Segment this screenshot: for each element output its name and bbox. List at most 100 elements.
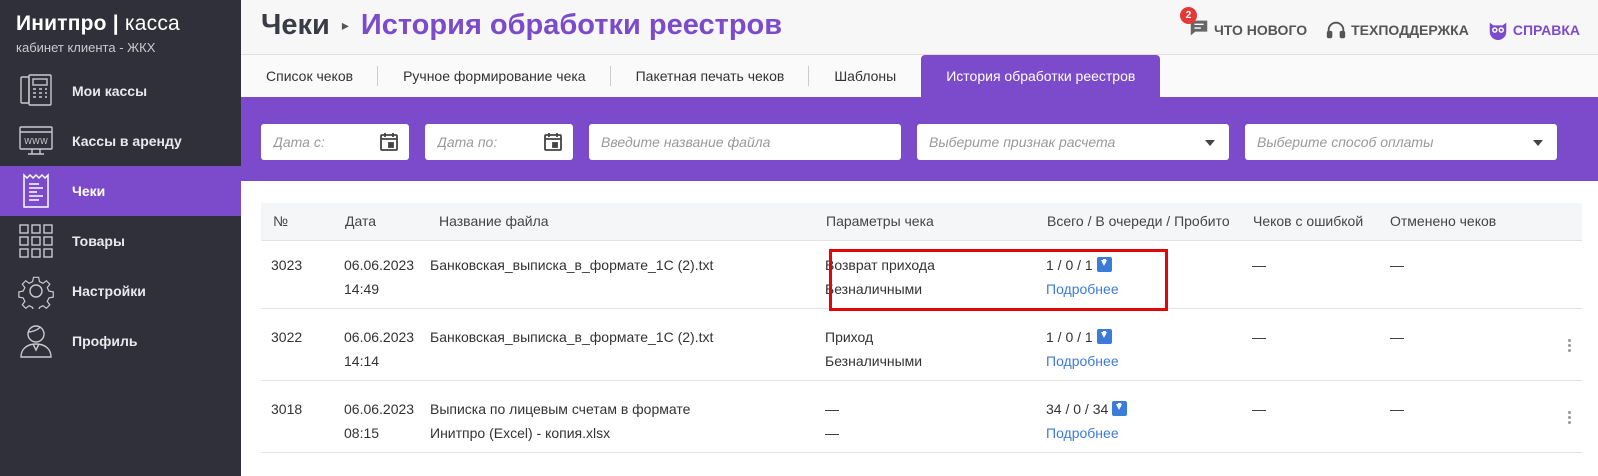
param-operation: Приход bbox=[825, 329, 874, 345]
gear-icon bbox=[18, 273, 54, 309]
sidebar-item-label: Мои кассы bbox=[72, 83, 148, 99]
grid-icon bbox=[18, 223, 54, 259]
details-link[interactable]: Подробнее bbox=[1046, 421, 1127, 445]
row-number: 3023 bbox=[271, 257, 303, 273]
logo-separator: | bbox=[112, 12, 119, 35]
file-name-line: Инитпро (Excel) - копия.xlsx bbox=[430, 425, 611, 441]
row-date: 06.06.2023 bbox=[344, 329, 415, 345]
logo-product: касса bbox=[124, 12, 180, 35]
sidebar-item-receipts[interactable]: Чеки bbox=[0, 166, 241, 216]
column-header-file-name[interactable]: Название файла bbox=[439, 213, 549, 229]
notification-badge: 2 bbox=[1179, 7, 1197, 24]
row-file-name: Банковская_выписка_в_формате_1С (2).txt bbox=[430, 253, 713, 277]
breadcrumb-root[interactable]: Чеки bbox=[261, 9, 330, 42]
date-to-field[interactable] bbox=[425, 124, 573, 160]
logo-subtitle: кабинет клиента - ЖКХ bbox=[16, 40, 156, 55]
sidebar-item-label: Товары bbox=[72, 233, 125, 249]
sidebar-item-rental-registers[interactable]: WWW Кассы в аренду bbox=[0, 116, 241, 166]
receipt-icon bbox=[18, 173, 54, 209]
row-datetime: 06.06.2023 08:15 bbox=[344, 397, 414, 445]
breadcrumb: Чеки ▸ История обработки реестров bbox=[261, 9, 782, 42]
counts-value: 1 / 0 / 1 bbox=[1046, 257, 1093, 273]
file-name-line: Банковская_выписка_в_формате_1С (2).txt bbox=[430, 329, 714, 345]
param-operation: Возврат прихода bbox=[825, 257, 935, 273]
tab-receipt-list[interactable]: Список чеков bbox=[241, 55, 379, 97]
row-datetime: 06.06.2023 14:49 bbox=[344, 253, 414, 301]
sidebar-item-label: Настройки bbox=[72, 283, 146, 299]
tab-batch-print[interactable]: Пакетная печать чеков bbox=[611, 55, 810, 97]
details-link[interactable]: Подробнее bbox=[1046, 349, 1119, 373]
row-time: 14:49 bbox=[344, 281, 380, 297]
owl-icon bbox=[1489, 22, 1507, 40]
download-icon[interactable] bbox=[1096, 329, 1112, 344]
table-row[interactable]: 3023 06.06.2023 14:49 Банковская_выписка… bbox=[261, 237, 1582, 309]
row-canceled: — bbox=[1390, 329, 1404, 345]
payment-method-select[interactable]: Выберите способ оплаты bbox=[1245, 124, 1557, 160]
page-title: История обработки реестров bbox=[360, 9, 783, 41]
tab-manual-receipt[interactable]: Ручное формирование чека bbox=[378, 55, 611, 97]
row-counts: 1 / 0 / 1 Подробнее bbox=[1046, 253, 1119, 301]
column-header-number[interactable]: № bbox=[273, 213, 288, 229]
param-payment: Безналичными bbox=[825, 353, 923, 369]
whats-new-label: ЧТО НОВОГО bbox=[1213, 21, 1308, 38]
param-operation: — bbox=[825, 401, 839, 417]
calendar-icon[interactable] bbox=[379, 132, 399, 152]
row-errors: — bbox=[1252, 401, 1266, 417]
row-params: — — bbox=[825, 397, 839, 445]
row-date: 06.06.2023 bbox=[344, 401, 415, 417]
date-from-field[interactable] bbox=[261, 124, 409, 160]
counts-value: 34 / 0 / 34 bbox=[1046, 401, 1109, 417]
download-icon[interactable] bbox=[1096, 257, 1112, 272]
www-monitor-icon: WWW bbox=[18, 123, 54, 159]
column-header-receipt-params[interactable]: Параметры чека bbox=[826, 213, 934, 229]
sidebar-item-products[interactable]: Товары bbox=[0, 216, 241, 266]
row-date: 06.06.2023 bbox=[344, 257, 415, 273]
file-name-field[interactable] bbox=[589, 124, 901, 160]
more-vertical-icon[interactable] bbox=[1568, 411, 1572, 425]
column-header-counts[interactable]: Всего / В очереди / Пробито bbox=[1047, 213, 1230, 229]
row-datetime: 06.06.2023 14:14 bbox=[344, 325, 414, 373]
file-name-line: Выписка по лицевым счетам в формате bbox=[430, 401, 691, 417]
table-row[interactable]: 3022 06.06.2023 14:14 Банковская_выписка… bbox=[261, 309, 1582, 381]
table-header: № Дата Название файла Параметры чека Все… bbox=[261, 203, 1582, 241]
receipts-tabs: Список чеков Ручное формирование чека Па… bbox=[241, 55, 1598, 97]
sidebar-item-settings[interactable]: Настройки bbox=[0, 266, 241, 316]
sidebar: Инитпро | касса кабинет клиента - ЖКХ Мо… bbox=[0, 0, 241, 476]
sidebar-item-profile[interactable]: Профиль bbox=[0, 316, 241, 366]
column-header-errors[interactable]: Чеков с ошибкой bbox=[1253, 213, 1363, 229]
sidebar-item-label: Профиль bbox=[72, 333, 138, 349]
tab-label: Ручное формирование чека bbox=[403, 68, 586, 84]
whats-new-link[interactable]: 2 ЧТО НОВОГО bbox=[1179, 7, 1308, 42]
cash-register-icon bbox=[18, 73, 54, 109]
row-params: Приход Безналичными bbox=[825, 325, 922, 373]
logo[interactable]: Инитпро | касса кабинет клиента - ЖКХ bbox=[0, 0, 241, 66]
param-payment: Безналичными bbox=[825, 281, 923, 297]
download-icon[interactable] bbox=[1112, 401, 1128, 416]
sidebar-item-my-registers[interactable]: Мои кассы bbox=[0, 66, 241, 116]
row-number: 3018 bbox=[271, 401, 303, 417]
row-time: 08:15 bbox=[344, 425, 380, 441]
table-row[interactable]: 3018 06.06.2023 08:15 Выписка по лицевым… bbox=[261, 381, 1582, 453]
row-number: 3022 bbox=[271, 329, 303, 345]
support-link[interactable]: ТЕХПОДДЕРЖКА bbox=[1325, 19, 1469, 41]
row-file-name: Банковская_выписка_в_формате_1С (2).txt bbox=[430, 325, 713, 349]
column-header-date[interactable]: Дата bbox=[345, 213, 376, 229]
tab-templates[interactable]: Шаблоны bbox=[809, 55, 921, 97]
file-name-input[interactable] bbox=[601, 134, 889, 150]
tab-label: История обработки реестров bbox=[946, 68, 1136, 84]
header-links: 2 ЧТО НОВОГО ТЕХПОДДЕРЖКА СПРАВКА bbox=[1179, 7, 1580, 42]
calc-sign-select[interactable]: Выберите признак расчета bbox=[917, 124, 1229, 160]
registry-history-table: № Дата Название файла Параметры чека Все… bbox=[241, 181, 1598, 476]
row-params: Возврат прихода Безналичными bbox=[825, 253, 935, 301]
more-vertical-icon[interactable] bbox=[1568, 339, 1572, 353]
sidebar-item-label: Кассы в аренду bbox=[72, 133, 182, 149]
calendar-icon[interactable] bbox=[543, 132, 563, 152]
file-name-line: Банковская_выписка_в_формате_1С (2).txt bbox=[430, 257, 714, 273]
logo-brand: Инитпро bbox=[16, 12, 107, 35]
column-header-canceled[interactable]: Отменено чеков bbox=[1390, 213, 1496, 229]
tab-registry-history[interactable]: История обработки реестров bbox=[921, 55, 1161, 97]
help-link[interactable]: СПРАВКА bbox=[1487, 19, 1580, 41]
user-icon bbox=[18, 323, 54, 359]
row-time: 14:14 bbox=[344, 353, 380, 369]
details-link[interactable]: Подробнее bbox=[1046, 277, 1119, 301]
